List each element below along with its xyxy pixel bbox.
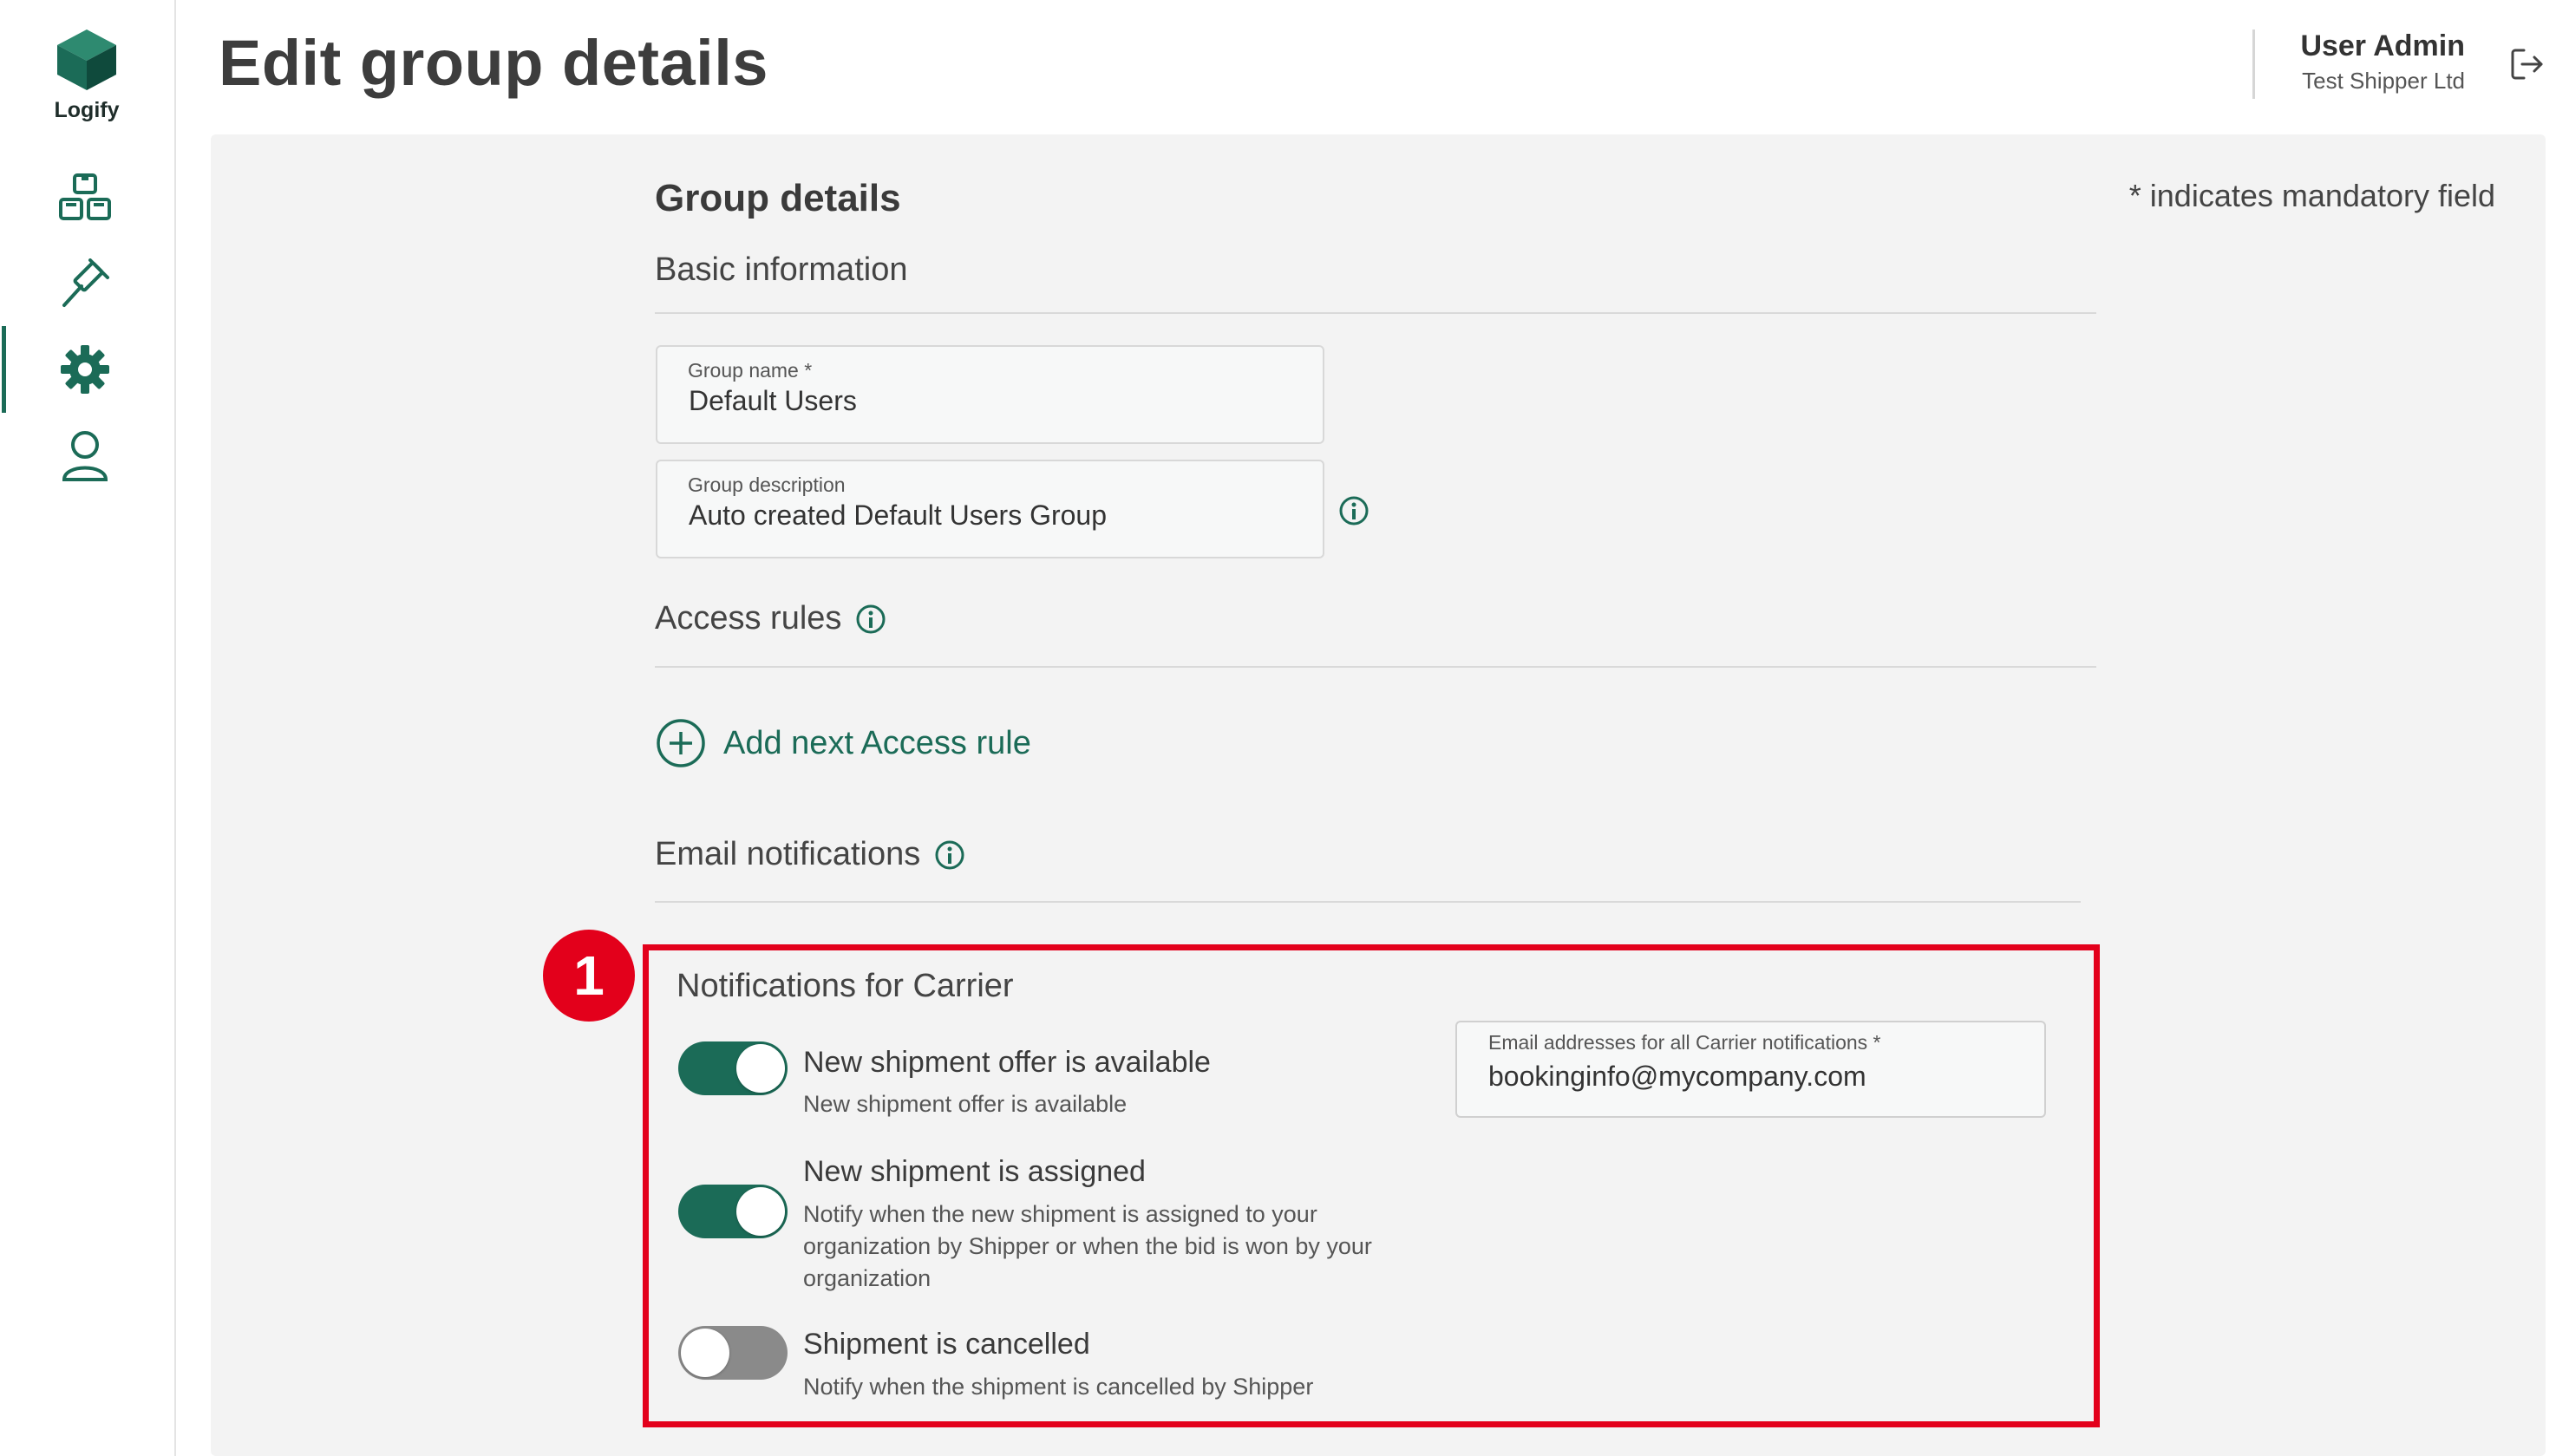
- logout-button[interactable]: [2508, 45, 2546, 83]
- logo-cube-icon: [57, 29, 116, 90]
- email-notifications-label: Email notifications: [655, 836, 921, 872]
- group-name-label: Group name *: [688, 359, 813, 382]
- app-logo[interactable]: Logify: [45, 26, 128, 123]
- carrier-notifications-title: Notifications for Carrier: [677, 968, 1014, 1004]
- access-rules-heading: Access rules: [655, 600, 886, 637]
- toggle-new-shipment-offer[interactable]: [678, 1041, 788, 1095]
- section-title: Group details: [655, 177, 901, 219]
- basic-info-label: Basic information: [655, 251, 908, 288]
- group-description-value[interactable]: Auto created Default Users Group: [689, 499, 1107, 532]
- divider: [655, 901, 2081, 903]
- option-description: New shipment offer is available: [803, 1091, 1128, 1117]
- option-description: Notify when the new shipment is assigned…: [803, 1201, 1372, 1291]
- group-description-field[interactable]: Group description Auto created Default U…: [656, 460, 1324, 558]
- gear-icon: [61, 345, 109, 394]
- add-access-rule-button[interactable]: Add next Access rule: [656, 718, 1031, 768]
- sidebar-item-shipments[interactable]: [52, 165, 118, 231]
- active-indicator: [2, 326, 6, 413]
- divider: [655, 312, 2096, 314]
- toggle-knob: [681, 1329, 729, 1377]
- sidebar-item-profile[interactable]: [52, 423, 118, 489]
- sidebar-item-auctions[interactable]: [52, 251, 118, 317]
- option-description: Notify when the shipment is cancelled by…: [803, 1374, 1314, 1400]
- info-icon[interactable]: [855, 604, 886, 635]
- toggle-knob: [736, 1044, 785, 1093]
- option-title: New shipment is assigned: [803, 1155, 1146, 1188]
- toggle-new-shipment-assigned[interactable]: [678, 1185, 788, 1238]
- user-organization: Test Shipper Ltd: [2302, 68, 2465, 94]
- mandatory-note: * indicates mandatory field: [2128, 178, 2495, 213]
- gavel-icon: [62, 258, 109, 307]
- user-name: User Admin: [2300, 29, 2465, 62]
- logo-label: Logify: [54, 98, 120, 122]
- carrier-email-label: Email addresses for all Carrier notifica…: [1488, 1031, 1881, 1054]
- logout-icon: [2511, 49, 2543, 80]
- info-icon[interactable]: [1338, 495, 1369, 526]
- user-icon: [62, 431, 108, 481]
- access-rules-label: Access rules: [655, 600, 842, 637]
- toggle-shipment-cancelled[interactable]: [678, 1326, 788, 1380]
- toggle-knob: [736, 1187, 785, 1236]
- email-notifications-heading: Email notifications: [655, 836, 965, 873]
- option-title: New shipment offer is available: [803, 1046, 1211, 1079]
- group-name-field[interactable]: Group name * Default Users: [656, 345, 1324, 444]
- carrier-email-value[interactable]: bookinginfo@mycompany.com: [1488, 1061, 1866, 1093]
- group-description-label: Group description: [688, 473, 846, 496]
- add-access-rule-label: Add next Access rule: [723, 724, 1031, 761]
- plus-circle-icon: [657, 719, 705, 767]
- page-title: Edit group details: [219, 27, 768, 99]
- sidebar-item-settings[interactable]: [52, 336, 118, 402]
- option-title: Shipment is cancelled: [803, 1328, 1090, 1361]
- info-icon[interactable]: [934, 839, 965, 871]
- divider: [655, 666, 2096, 668]
- group-name-value[interactable]: Default Users: [689, 385, 857, 417]
- callout-badge: 1: [543, 930, 635, 1022]
- header-divider: [2252, 29, 2255, 99]
- sidebar: Logify: [0, 0, 176, 1456]
- basic-info-heading: Basic information: [655, 251, 907, 289]
- carrier-email-field[interactable]: Email addresses for all Carrier notifica…: [1455, 1021, 2046, 1118]
- boxes-icon: [59, 173, 111, 220]
